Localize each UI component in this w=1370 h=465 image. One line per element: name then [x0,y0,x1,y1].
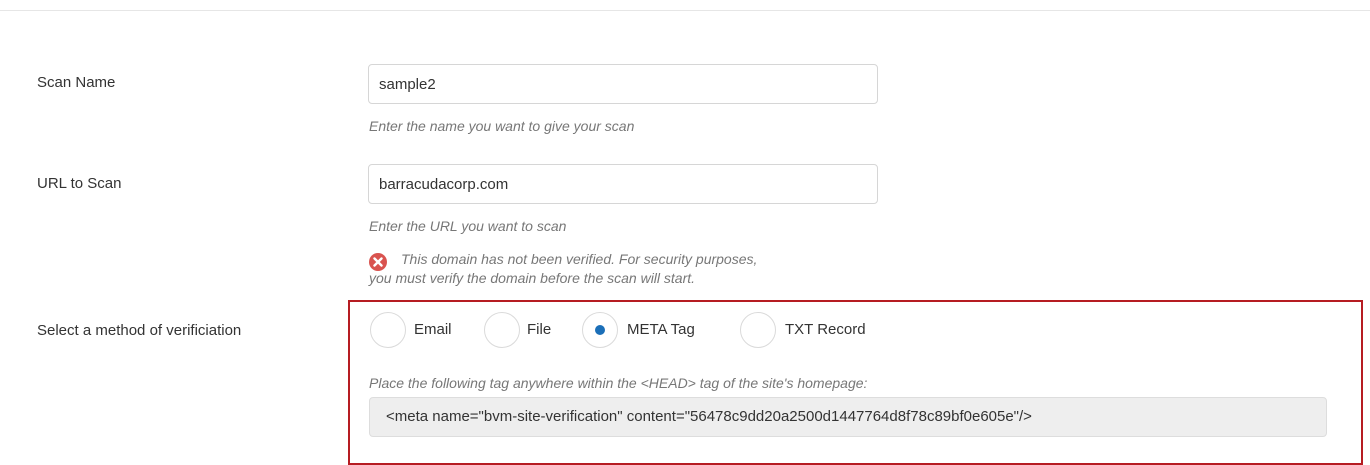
domain-not-verified-message: This domain has not been verified. For s… [369,250,929,288]
radio-file[interactable] [484,312,520,348]
radio-meta-tag[interactable] [582,312,618,348]
radio-txt-record[interactable] [740,312,776,348]
radio-txt-record-label[interactable]: TXT Record [785,321,866,338]
url-label: URL to Scan [37,175,122,192]
meta-tag-code-box[interactable]: <meta name="bvm-site-verification" conte… [369,397,1327,437]
scan-name-input[interactable] [368,64,878,104]
error-line-2: you must verify the domain before the sc… [369,270,696,286]
radio-email[interactable] [370,312,406,348]
url-input[interactable] [368,164,878,204]
radio-file-label[interactable]: File [527,321,551,338]
radio-email-label[interactable]: Email [414,321,452,338]
error-line-1: This domain has not been verified. For s… [401,251,758,267]
verification-method-label: Select a method of verificiation [37,322,242,339]
top-divider [0,10,1370,11]
meta-tag-help: Place the following tag anywhere within … [369,375,868,391]
scan-name-label: Scan Name [37,74,116,91]
scan-name-help: Enter the name you want to give your sca… [369,118,635,134]
url-help: Enter the URL you want to scan [369,218,567,234]
radio-meta-tag-label[interactable]: META Tag [627,321,695,338]
